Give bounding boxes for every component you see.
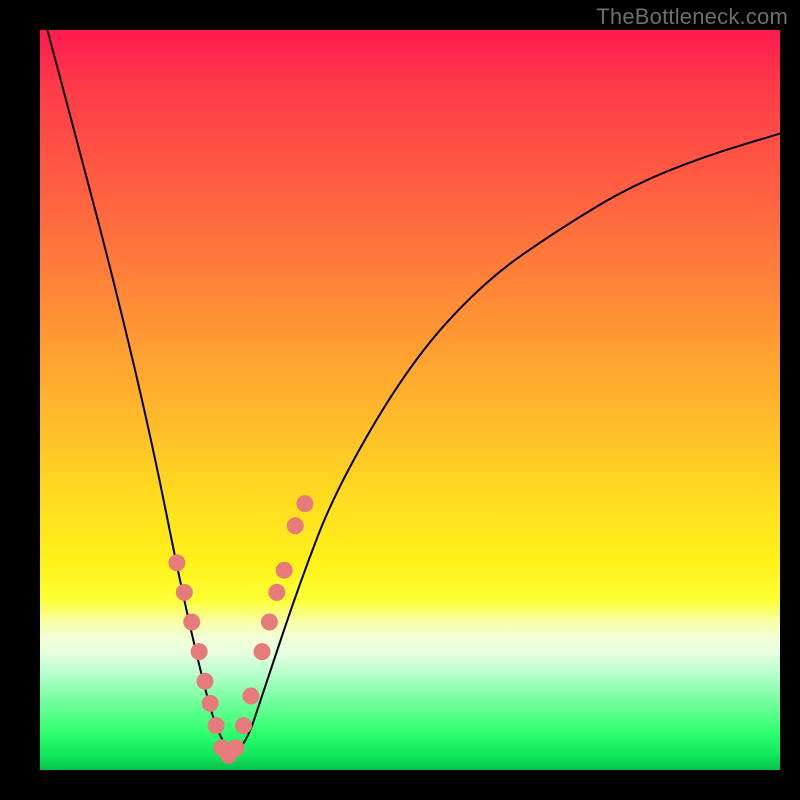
data-point [228, 739, 245, 756]
data-point [242, 688, 259, 705]
outer-frame: TheBottleneck.com [0, 0, 800, 800]
highlighted-dots [168, 495, 313, 764]
data-point [191, 643, 208, 660]
data-point [287, 517, 304, 534]
data-point [296, 495, 313, 512]
chart-svg [40, 30, 780, 770]
plot-area [40, 30, 780, 770]
data-point [268, 584, 285, 601]
data-point [183, 614, 200, 631]
data-point [208, 717, 225, 734]
data-point [235, 717, 252, 734]
data-point [176, 584, 193, 601]
data-point [197, 673, 214, 690]
data-point [261, 614, 278, 631]
data-point [254, 643, 271, 660]
data-point [202, 695, 219, 712]
data-point [276, 562, 293, 579]
bottleneck-curve [47, 30, 780, 751]
data-point [168, 554, 185, 571]
watermark-text: TheBottleneck.com [596, 4, 788, 30]
